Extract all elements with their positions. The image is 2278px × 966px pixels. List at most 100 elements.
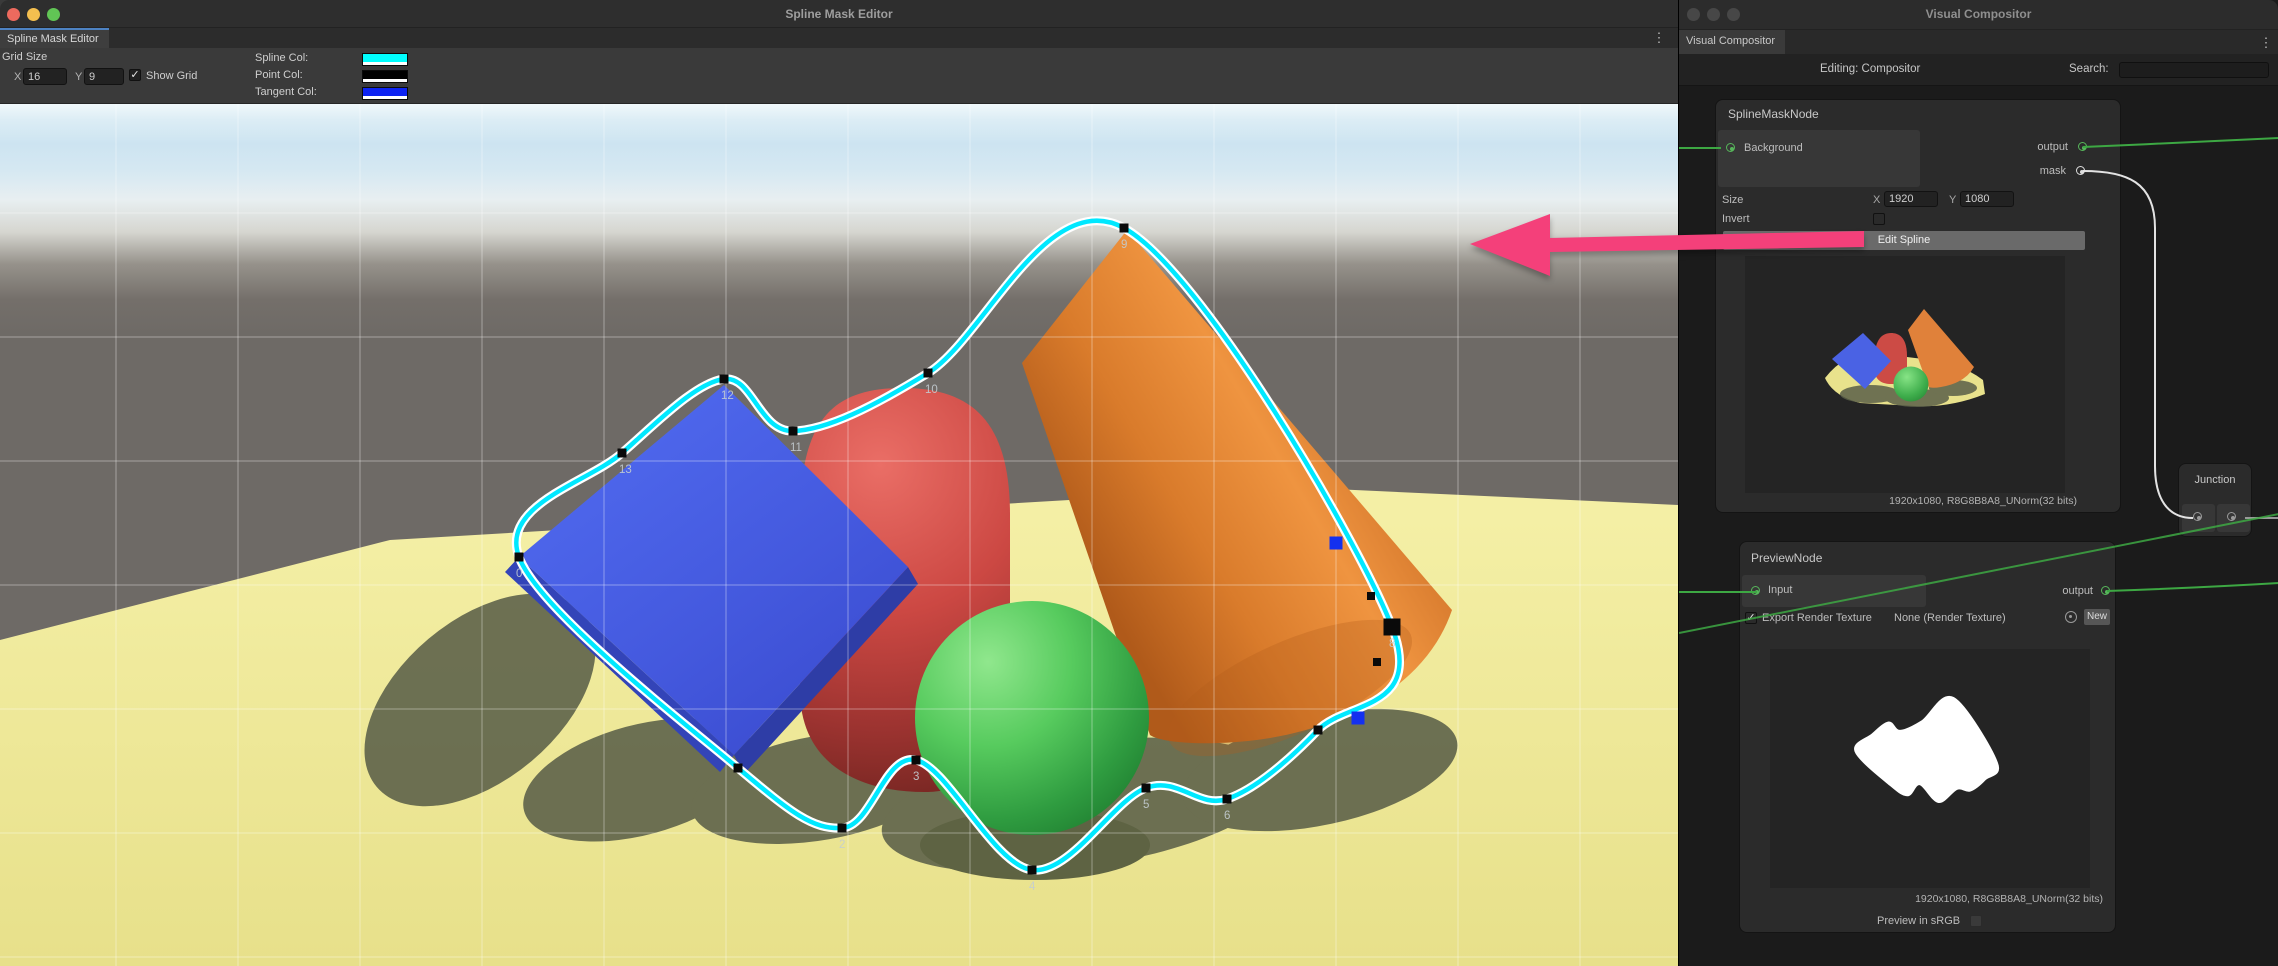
spline-point-0[interactable]: [515, 553, 524, 562]
preview-caption: 1920x1080, R8G8B8A8_UNorm(32 bits): [1889, 495, 2077, 507]
preview-caption: 1920x1080, R8G8B8A8_UNorm(32 bits): [1915, 893, 2103, 905]
render-texture-field[interactable]: None (Render Texture): [1894, 612, 2006, 624]
spline-point-8[interactable]: [1384, 619, 1401, 636]
spline-point-label-13: 13: [619, 464, 632, 476]
spline-point-2[interactable]: [838, 824, 847, 833]
spline-col-label: Spline Col:: [255, 52, 308, 64]
panel-menu-icon[interactable]: ⋮: [2259, 35, 2273, 51]
tangent-dot-1[interactable]: [1373, 658, 1381, 666]
spline-point-7[interactable]: [1314, 726, 1323, 735]
spline-point-label-6: 6: [1224, 810, 1230, 822]
junction-output-port-icon[interactable]: [2227, 512, 2236, 521]
mask-preview-thumbnail: [1770, 649, 2090, 888]
titlebar: Visual Compositor: [1679, 0, 2278, 30]
export-label: Export Render Texture: [1762, 612, 1872, 624]
mask-thumb-svg: [1770, 649, 2090, 888]
spline-point-13[interactable]: [618, 449, 627, 458]
grid-y-input[interactable]: [84, 68, 124, 85]
titlebar: Spline Mask Editor: [0, 0, 1678, 28]
editing-label: Editing: Compositor: [1820, 63, 1920, 75]
junction-out-cell[interactable]: [2217, 504, 2250, 532]
invert-checkbox[interactable]: [1873, 213, 1885, 225]
tab-bar: Spline Mask Editor ⋮: [0, 28, 1678, 48]
scene-3d-shapes: [0, 230, 1678, 966]
node-title: Junction: [2179, 474, 2251, 486]
spline-point-label-4: 4: [1029, 881, 1036, 893]
junction-input-port-icon[interactable]: [2193, 512, 2202, 521]
compositor-toolbar: Editing: Compositor Search:: [1679, 54, 2278, 86]
size-y-input[interactable]: [1960, 191, 2014, 207]
output-port-label: output: [2062, 585, 2093, 597]
spline-point-label-2: 2: [839, 839, 845, 851]
edit-spline-button[interactable]: Edit Spline: [1723, 231, 2085, 250]
scene-viewport[interactable]: 0234568910111213: [0, 104, 1678, 966]
input-port-icon[interactable]: [1726, 143, 1735, 152]
tangent-col-label: Tangent Col:: [255, 86, 317, 98]
spline-point-9[interactable]: [1120, 224, 1129, 233]
size-x-input[interactable]: [1884, 191, 1938, 207]
grid-y-label: Y: [75, 71, 82, 83]
spline-point-5[interactable]: [1142, 784, 1151, 793]
spline-point-label-11: 11: [790, 442, 802, 454]
green-sphere: [915, 601, 1149, 835]
spline-point-1[interactable]: [734, 764, 743, 773]
input-port-cell[interactable]: Input: [1742, 575, 1926, 607]
spline-point-11[interactable]: [789, 427, 798, 436]
toolbar: Grid Size X Y ✓ Show Grid Spline Col: Po…: [0, 48, 1678, 104]
mask-port-icon[interactable]: [2076, 166, 2085, 175]
window-title: Visual Compositor: [1679, 7, 2278, 21]
object-picker-icon[interactable]: [2065, 611, 2077, 623]
output-port-icon[interactable]: [2078, 142, 2087, 151]
node-junction[interactable]: Junction: [2178, 463, 2252, 537]
background-preview-thumbnail: [1745, 256, 2065, 493]
spline-col-swatch[interactable]: [362, 53, 408, 66]
output-port-icon[interactable]: [2101, 586, 2110, 595]
point-col-label: Point Col:: [255, 69, 303, 81]
spline-point-12[interactable]: [720, 375, 729, 384]
mini-scene: [1745, 256, 2065, 493]
node-preview[interactable]: PreviewNode Input output ✓ Export Render…: [1739, 541, 2116, 933]
grid-x-label: X: [14, 71, 21, 83]
srgb-checkbox[interactable]: [1970, 915, 1982, 927]
new-texture-button[interactable]: New: [2084, 609, 2110, 625]
invert-label: Invert: [1722, 213, 1750, 225]
input-port-icon[interactable]: [1751, 586, 1760, 595]
search-input[interactable]: [2119, 62, 2269, 78]
size-label: Size: [1722, 194, 1743, 206]
tab-visual-compositor[interactable]: Visual Compositor: [1679, 30, 1785, 54]
input-port-label: Background: [1744, 142, 1803, 154]
spline-point-label-9: 9: [1121, 239, 1127, 251]
spline-point-label-12: 12: [721, 390, 734, 402]
tangent-handle-1[interactable]: [1352, 712, 1365, 725]
grid-x-input[interactable]: [23, 68, 67, 85]
output-port-label: output: [2037, 141, 2068, 153]
spline-point-4[interactable]: [1028, 866, 1037, 875]
spline-point-label-8: 8: [1389, 638, 1395, 650]
input-port-cell[interactable]: Background: [1718, 130, 1920, 187]
panel-menu-icon[interactable]: ⋮: [1652, 30, 1666, 46]
junction-in-cell[interactable]: [2182, 504, 2215, 532]
window-title: Spline Mask Editor: [0, 7, 1678, 21]
visual-compositor-window: Visual Compositor Visual Compositor ⋮ Ed…: [1678, 0, 2278, 966]
mask-port-label: mask: [2040, 165, 2066, 177]
tangent-handle-0[interactable]: [1330, 537, 1343, 550]
tangent-col-swatch[interactable]: [362, 87, 408, 100]
spline-point-3[interactable]: [912, 756, 921, 765]
tab-bar: Visual Compositor ⋮: [1679, 30, 2278, 54]
show-grid-checkbox[interactable]: ✓: [129, 69, 141, 81]
spline-point-label-5: 5: [1143, 799, 1149, 811]
node-spline-mask[interactable]: SplineMaskNode Background output mask Si…: [1715, 99, 2121, 513]
scene-svg: 0234568910111213: [0, 104, 1678, 966]
tab-spline-mask-editor[interactable]: Spline Mask Editor: [0, 28, 109, 48]
size-y-label: Y: [1949, 194, 1956, 206]
tangent-dot-0[interactable]: [1367, 592, 1375, 600]
size-x-label: X: [1873, 194, 1880, 206]
spline-point-6[interactable]: [1223, 795, 1232, 804]
export-checkbox[interactable]: ✓: [1745, 612, 1757, 624]
spline-point-label-3: 3: [913, 771, 919, 783]
spline-point-label-10: 10: [925, 384, 938, 396]
point-col-swatch[interactable]: [362, 70, 408, 83]
input-port-label: Input: [1768, 584, 1792, 596]
spline-mask-editor-window: Spline Mask Editor Spline Mask Editor ⋮ …: [0, 0, 1678, 966]
spline-point-10[interactable]: [924, 369, 933, 378]
